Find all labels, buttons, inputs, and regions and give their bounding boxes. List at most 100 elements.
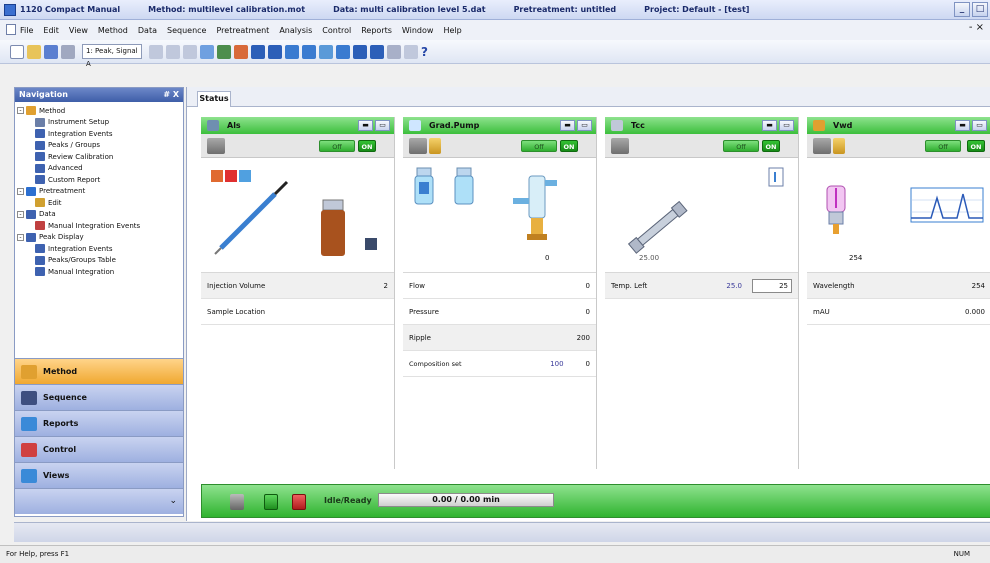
start-icon[interactable] bbox=[264, 494, 278, 510]
tree-item-peak-display[interactable]: - Peak Display bbox=[17, 232, 181, 244]
menu-pretreatment[interactable]: Pretreatment bbox=[216, 26, 269, 35]
tree-item-pretreatment[interactable]: - Pretreatment bbox=[17, 186, 181, 198]
module-menu-icon[interactable] bbox=[813, 138, 831, 154]
tree-item-integration-events[interactable]: Integration Events bbox=[17, 128, 181, 140]
module-settings-icon[interactable] bbox=[429, 138, 441, 154]
paste-icon[interactable] bbox=[183, 44, 197, 59]
module-menu-icon[interactable] bbox=[611, 138, 629, 154]
menu-edit[interactable]: Edit bbox=[43, 26, 59, 35]
minimize-button[interactable]: ▬ bbox=[762, 120, 777, 131]
param-row: Ripple 200 bbox=[403, 325, 596, 351]
collapse-icon[interactable]: - bbox=[17, 233, 24, 241]
tree-item-data[interactable]: - Data bbox=[17, 209, 181, 221]
menu-data[interactable]: Data bbox=[138, 26, 157, 35]
calibrate-icon[interactable] bbox=[285, 44, 299, 59]
temp-input[interactable]: 25 bbox=[752, 278, 792, 293]
chart-icon[interactable] bbox=[217, 44, 231, 59]
module-menu-icon[interactable] bbox=[207, 138, 225, 154]
new-icon[interactable] bbox=[10, 44, 24, 59]
signal-select[interactable]: 1: Peak, Signal A bbox=[82, 44, 142, 68]
layout-icon[interactable] bbox=[370, 44, 384, 59]
off-button[interactable]: Off bbox=[319, 140, 355, 152]
collapse-icon[interactable]: - bbox=[17, 107, 24, 115]
minimize-button[interactable]: ▬ bbox=[560, 120, 575, 131]
off-button[interactable]: Off bbox=[723, 140, 759, 152]
tree-item-instrument-setup[interactable]: Instrument Setup bbox=[17, 117, 181, 129]
on-button[interactable]: ON bbox=[358, 140, 376, 152]
horizontal-scrollbar[interactable] bbox=[14, 522, 990, 542]
tile-icon[interactable] bbox=[387, 44, 401, 59]
pin-close-icon[interactable]: # X bbox=[163, 88, 179, 102]
restore-button[interactable]: ▭ bbox=[375, 120, 390, 131]
tree-item-custom-report[interactable]: Custom Report bbox=[17, 174, 181, 186]
restore-button[interactable]: ▭ bbox=[577, 120, 592, 131]
print-icon[interactable] bbox=[61, 44, 75, 59]
tree-item-edit[interactable]: Edit bbox=[17, 197, 181, 209]
minimize-button[interactable]: ▬ bbox=[955, 120, 970, 131]
zoom-icon[interactable] bbox=[200, 44, 214, 59]
restore-button[interactable]: ▭ bbox=[779, 120, 794, 131]
method-icon bbox=[21, 364, 37, 379]
module-menu-icon[interactable] bbox=[409, 138, 427, 154]
tray-icon bbox=[239, 170, 251, 182]
nav-section-method[interactable]: Method bbox=[15, 358, 183, 384]
collapse-icon[interactable]: - bbox=[17, 210, 24, 218]
sequence-icon[interactable] bbox=[302, 44, 316, 59]
on-button[interactable]: ON bbox=[967, 140, 985, 152]
menu-control[interactable]: Control bbox=[322, 26, 351, 35]
tree-item-manual-integration-events[interactable]: Manual Integration Events bbox=[17, 220, 181, 232]
tree-item-method[interactable]: - Method bbox=[17, 105, 181, 117]
menu-sequence[interactable]: Sequence bbox=[167, 26, 206, 35]
table-icon[interactable] bbox=[251, 44, 265, 59]
off-button[interactable]: Off bbox=[925, 140, 961, 152]
help-icon[interactable]: ? bbox=[421, 45, 428, 59]
sequence-icon bbox=[21, 390, 37, 405]
minimize-button[interactable]: ▬ bbox=[358, 120, 373, 131]
tree-item-peaks-groups-table[interactable]: Peaks/Groups Table bbox=[17, 255, 181, 267]
off-button[interactable]: Off bbox=[521, 140, 557, 152]
tree-item-integration-events-2[interactable]: Integration Events bbox=[17, 243, 181, 255]
run-icon[interactable] bbox=[336, 44, 350, 59]
menu-analysis[interactable]: Analysis bbox=[279, 26, 312, 35]
menu-file[interactable]: File bbox=[20, 26, 33, 35]
stop-icon[interactable] bbox=[292, 494, 306, 510]
open-icon[interactable] bbox=[27, 44, 41, 59]
window-icon[interactable] bbox=[319, 44, 333, 59]
report-icon[interactable] bbox=[268, 44, 282, 59]
menu-window[interactable]: Window bbox=[402, 26, 434, 35]
menu-help[interactable]: Help bbox=[443, 26, 461, 35]
close-document-icon[interactable]: - × bbox=[969, 22, 984, 33]
restore-button[interactable]: ▭ bbox=[972, 120, 987, 131]
nav-section-reports[interactable]: Reports bbox=[15, 410, 183, 436]
nav-section-sequence[interactable]: Sequence bbox=[15, 384, 183, 410]
on-button[interactable]: ON bbox=[560, 140, 578, 152]
on-button[interactable]: ON bbox=[762, 140, 780, 152]
menu-view[interactable]: View bbox=[69, 26, 88, 35]
collapse-icon[interactable]: - bbox=[17, 187, 24, 195]
tab-status[interactable]: Status bbox=[197, 91, 231, 107]
menu-reports[interactable]: Reports bbox=[361, 26, 392, 35]
param-row: mAU 0.000 bbox=[807, 299, 990, 325]
tree-item-review-calibration[interactable]: Review Calibration bbox=[17, 151, 181, 163]
copy-icon[interactable] bbox=[166, 44, 180, 59]
peak-icon[interactable] bbox=[234, 44, 248, 59]
home-icon bbox=[211, 170, 223, 182]
module-controls: Off ON bbox=[807, 134, 990, 158]
nav-section-views[interactable]: Views bbox=[15, 462, 183, 488]
cut-icon[interactable] bbox=[149, 44, 163, 59]
minimize-button[interactable]: _ bbox=[954, 2, 970, 17]
stop-icon[interactable] bbox=[353, 44, 367, 59]
find-icon[interactable] bbox=[404, 44, 418, 59]
param-row: Pressure 0 bbox=[403, 299, 596, 325]
menu-method[interactable]: Method bbox=[98, 26, 128, 35]
tree-item-peaks-groups[interactable]: Peaks / Groups bbox=[17, 140, 181, 152]
tree-item-advanced[interactable]: Advanced bbox=[17, 163, 181, 175]
module-settings-icon[interactable] bbox=[833, 138, 845, 154]
save-icon[interactable] bbox=[44, 44, 58, 59]
maximize-button[interactable]: □ bbox=[972, 2, 988, 17]
tree-item-manual-integration[interactable]: Manual Integration bbox=[17, 266, 181, 278]
instrument-icon[interactable] bbox=[230, 494, 244, 510]
chevron-down-icon[interactable]: ⌄ bbox=[169, 496, 177, 506]
peak-display-icon bbox=[26, 232, 36, 242]
nav-section-control[interactable]: Control bbox=[15, 436, 183, 462]
